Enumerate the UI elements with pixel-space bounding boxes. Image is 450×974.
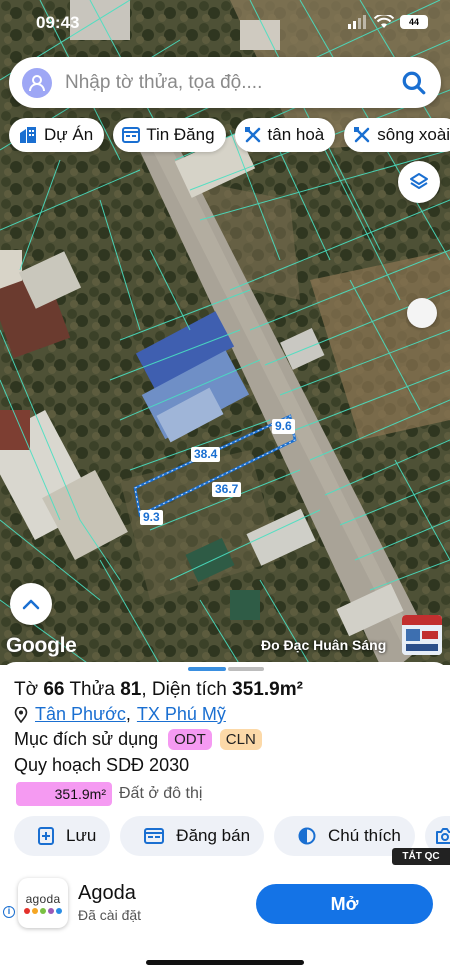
satellite-map[interactable]: 09:43 44 Nhập tờ thửa, tọa độ.... Dự Án … bbox=[0, 0, 450, 665]
layers-icon bbox=[410, 173, 428, 189]
chip-song-xoai[interactable]: sông xoài bbox=[344, 118, 450, 152]
filter-chips: Dự Án Tin Đăng tân hoà sông xoài bbox=[9, 118, 450, 152]
sheet-number: 66 bbox=[43, 679, 65, 700]
home-indicator[interactable] bbox=[146, 960, 304, 965]
legend-label: Chú thích bbox=[328, 826, 401, 845]
save-label: Lưu bbox=[66, 826, 97, 845]
battery-icon: 44 bbox=[400, 15, 428, 29]
listing-icon bbox=[122, 127, 141, 143]
wifi-icon bbox=[374, 15, 394, 28]
brand-logo bbox=[402, 615, 442, 655]
agoda-dots-icon bbox=[24, 908, 62, 914]
chip-label: sông xoài bbox=[377, 125, 450, 144]
action-buttons: Lưu Đăng bán Chú thích bbox=[14, 816, 450, 856]
dimension-right-label: 9.6 bbox=[272, 419, 295, 434]
half-circle-icon bbox=[298, 827, 316, 845]
tool-icon bbox=[244, 127, 260, 143]
chip-label: tân hoà bbox=[267, 125, 325, 144]
camera-icon bbox=[435, 828, 450, 844]
signal-icon bbox=[348, 15, 366, 29]
chip-tan-hoa[interactable]: tân hoà bbox=[234, 118, 336, 152]
town-link[interactable]: TX Phú Mỹ bbox=[137, 704, 226, 725]
chevron-up-icon bbox=[22, 599, 40, 610]
ad-banner[interactable]: i agoda Agoda Đã cài đặt Mở bbox=[0, 874, 450, 938]
land-use-label: Mục đích sử dụng bbox=[14, 729, 159, 749]
dimension-left-label: 9.3 bbox=[140, 510, 163, 525]
plan-area-row: 351.9m² Đất ở đô thị bbox=[16, 782, 202, 806]
watermark-text: Đo Đạc Huân Sáng bbox=[261, 637, 387, 653]
search-input[interactable] bbox=[65, 71, 385, 94]
brand-logo-icon bbox=[402, 615, 442, 655]
agoda-logo-text: agoda bbox=[25, 892, 61, 906]
chip-label: Tin Đăng bbox=[146, 125, 215, 144]
plan-area-badge: 351.9m² bbox=[16, 782, 112, 806]
ad-app-status: Đã cài đặt bbox=[78, 907, 142, 923]
tool-icon bbox=[354, 127, 370, 143]
save-button[interactable]: Lưu bbox=[14, 816, 111, 856]
land-use-row: Mục đích sử dụng ODT CLN bbox=[14, 729, 262, 750]
ad-info-icon[interactable]: i bbox=[3, 906, 15, 918]
chip-du-an[interactable]: Dự Án bbox=[9, 118, 105, 152]
dimension-bottom-label: 36.7 bbox=[212, 482, 242, 497]
user-icon bbox=[29, 74, 45, 91]
expand-up-button[interactable] bbox=[10, 583, 52, 625]
google-attribution: Google bbox=[6, 634, 77, 657]
ad-app-name: Agoda bbox=[78, 882, 136, 904]
dimension-top-label: 38.4 bbox=[191, 447, 221, 462]
chip-label: Dự Án bbox=[44, 125, 94, 144]
chip-tin-dang[interactable]: Tin Đăng bbox=[113, 118, 226, 152]
post-sale-label: Đăng bán bbox=[176, 826, 251, 845]
layers-button[interactable] bbox=[398, 161, 440, 203]
parcel-info-sheet: Tờ 66 Thửa 81, Diện tích 351.9m² Tân Phư… bbox=[0, 662, 450, 974]
status-time: 09:43 bbox=[36, 13, 80, 32]
ward-link[interactable]: Tân Phước bbox=[35, 704, 126, 725]
agoda-app-icon: agoda bbox=[18, 878, 68, 928]
open-app-button[interactable]: Mở bbox=[256, 884, 433, 924]
area-value: 351.9m² bbox=[232, 679, 303, 700]
location-pin-icon bbox=[14, 706, 28, 723]
parcel-title: Tờ 66 Thửa 81, Diện tích 351.9m² bbox=[14, 679, 303, 700]
search-icon[interactable] bbox=[401, 70, 427, 96]
save-icon bbox=[38, 827, 54, 845]
hide-ads-button[interactable]: TẮT QC bbox=[392, 848, 450, 865]
plan-label: Quy hoạch SDĐ 2030 bbox=[14, 755, 190, 775]
sheet-handle[interactable] bbox=[228, 667, 264, 671]
land-use-tag-odt: ODT bbox=[168, 729, 212, 750]
plan-area-desc: Đất ở đô thị bbox=[119, 785, 203, 802]
location-row: Tân Phước, TX Phú Mỹ bbox=[14, 704, 226, 725]
plot-number: 81 bbox=[120, 679, 142, 700]
land-use-tag-cln: CLN bbox=[219, 729, 262, 750]
post-icon bbox=[144, 828, 165, 844]
assistive-touch-button[interactable] bbox=[407, 298, 437, 328]
avatar[interactable] bbox=[22, 67, 52, 98]
sheet-handle-active[interactable] bbox=[188, 667, 226, 671]
building-icon bbox=[20, 127, 36, 143]
status-bar: 09:43 44 bbox=[0, 0, 450, 46]
search-bar[interactable] bbox=[9, 57, 441, 108]
post-sale-button[interactable]: Đăng bán bbox=[120, 816, 265, 856]
